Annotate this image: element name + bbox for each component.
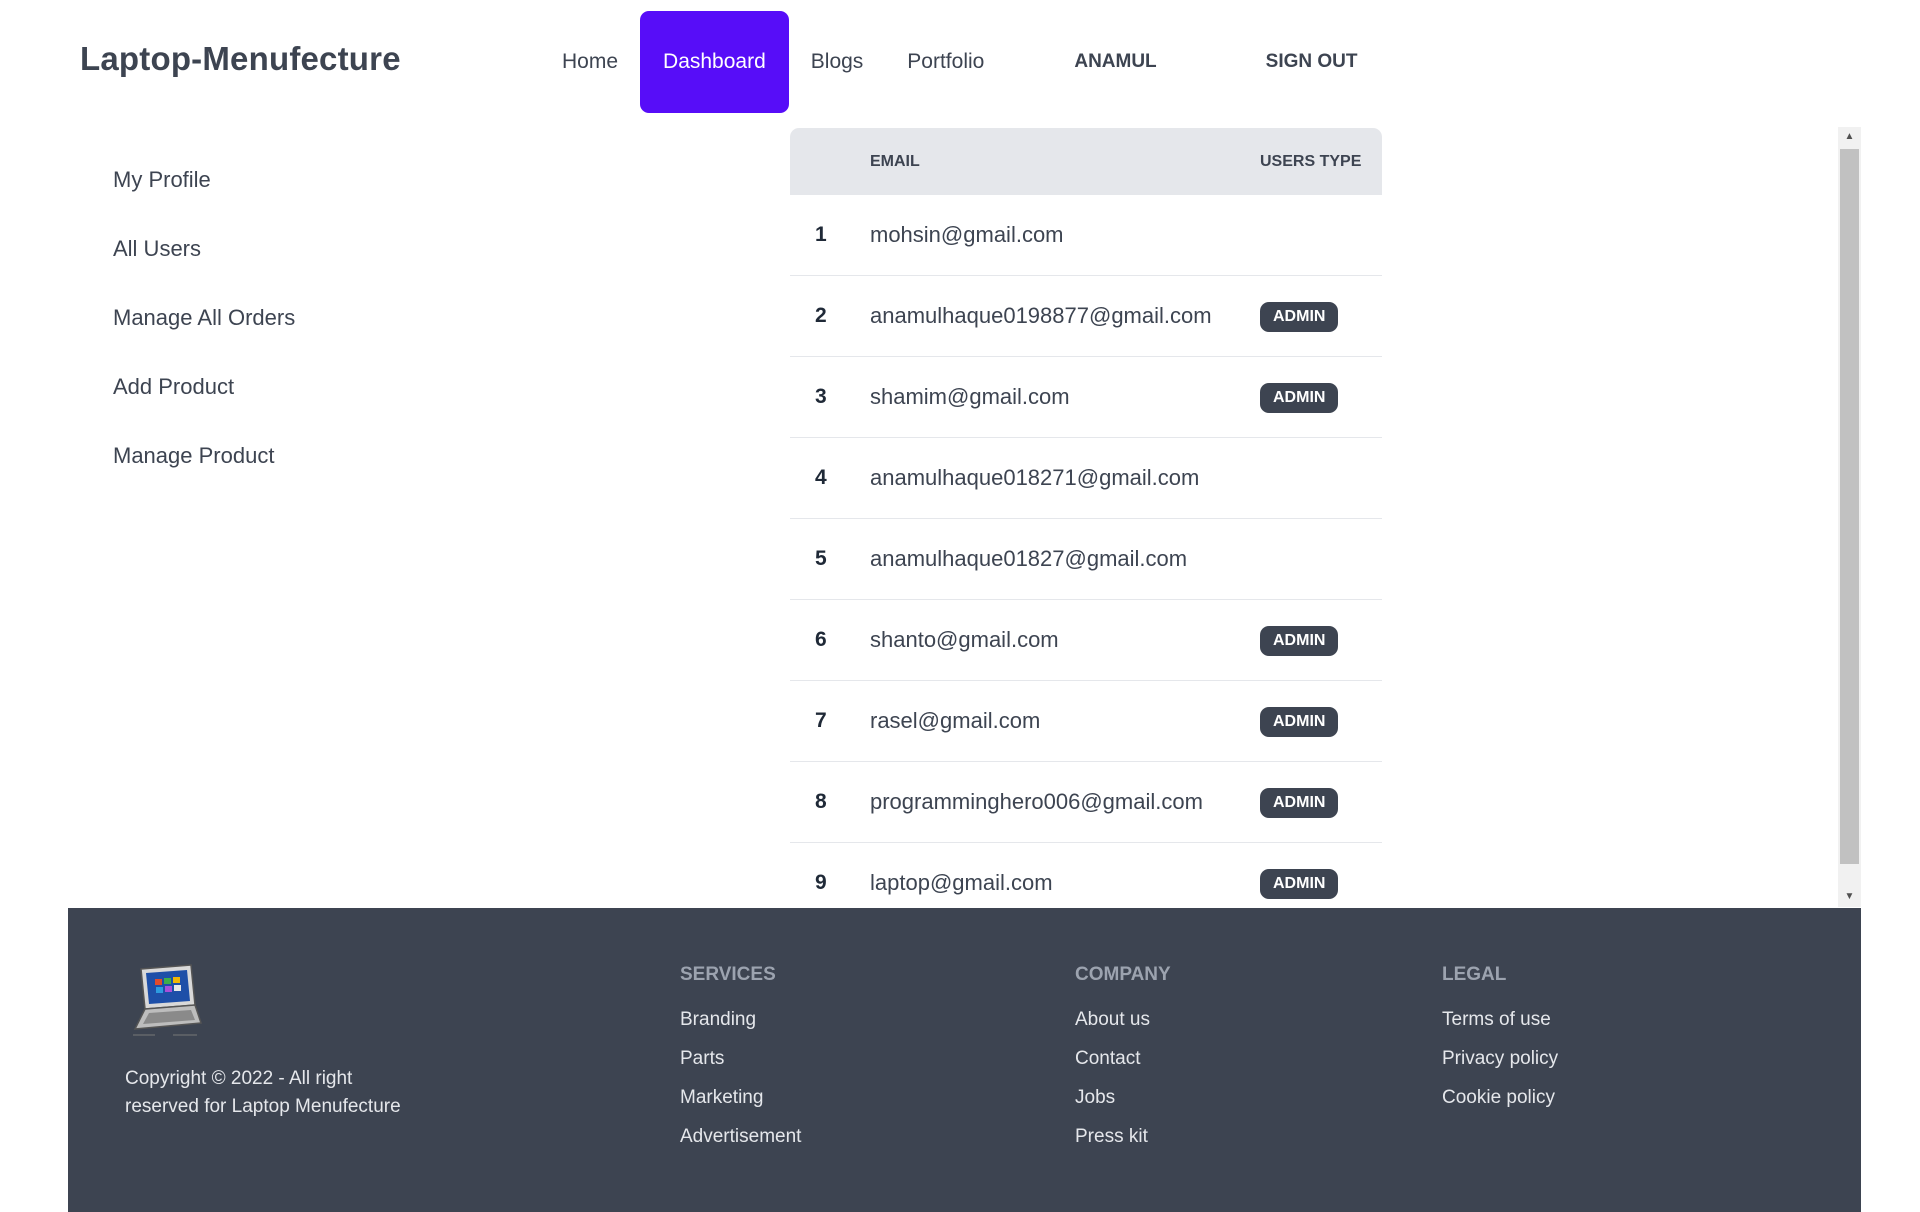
footer-link-advertisement[interactable]: Advertisement [680, 1123, 801, 1151]
brand-title[interactable]: Laptop-Menufecture [80, 40, 401, 78]
table-body: 1 mohsin@gmail.com 2 anamulhaque0198877@gma… [790, 195, 1382, 905]
table-row: 3 shamim@gmail.com admin [790, 357, 1382, 438]
top-nav: Home Dashboard Blogs Portfolio ANAMUL SI… [540, 11, 1380, 113]
row-number: 6 [815, 628, 827, 651]
admin-badge: admin [1260, 382, 1339, 413]
row-email: anamulhaque0198877@gmail.com [870, 303, 1212, 328]
row-number: 4 [815, 466, 827, 489]
footer-link-about-us[interactable]: About us [1075, 1006, 1171, 1034]
sidebar-item-all-users[interactable]: All Users [95, 224, 315, 274]
footer-link-privacy-policy[interactable]: Privacy policy [1442, 1045, 1558, 1073]
row-number: 2 [815, 304, 827, 327]
copyright-line-2: reserved for Laptop Menufecture [125, 1096, 401, 1117]
admin-badge: admin [1260, 787, 1339, 818]
row-number: 1 [815, 223, 827, 246]
footer-link-marketing[interactable]: Marketing [680, 1084, 801, 1112]
footer-services-title: Services [680, 964, 776, 985]
table-row: 8 programminghero006@gmail.com admin [790, 762, 1382, 843]
scrollbar[interactable]: ▲ ▼ [1838, 127, 1861, 907]
table-row: 5 anamulhaque01827@gmail.com [790, 519, 1382, 600]
users-table: Email Users Type 1 mohsin@gmail.com 2 anamu… [790, 128, 1382, 905]
nav-portfolio[interactable]: Portfolio [885, 11, 1006, 113]
row-email: laptop@gmail.com [870, 870, 1053, 895]
nav-dashboard[interactable]: Dashboard [640, 11, 789, 113]
row-email: mohsin@gmail.com [870, 222, 1064, 247]
copyright-line-1: Copyright © 2022 - All right [125, 1068, 353, 1089]
triangle-down-icon[interactable]: ▼ [1838, 887, 1861, 907]
admin-badge: admin [1260, 301, 1339, 332]
admin-badge: admin [1260, 625, 1339, 656]
row-number: 3 [815, 385, 827, 408]
sign-out-button[interactable]: SIGN OUT [1244, 11, 1380, 113]
row-user-type: admin [1260, 787, 1382, 818]
row-user-type: admin [1260, 706, 1382, 737]
site-footer: Copyright © 2022 - All right reserved fo… [68, 908, 1861, 1212]
table-header: Email Users Type [790, 128, 1382, 195]
table-row: 6 shanto@gmail.com admin [790, 600, 1382, 681]
triangle-up-icon[interactable]: ▲ [1838, 127, 1861, 147]
row-user-type: admin [1260, 625, 1382, 656]
table-row: 4 anamulhaque018271@gmail.com [790, 438, 1382, 519]
sidebar-item-my-profile[interactable]: My Profile [95, 155, 315, 205]
dashboard-sidebar: My Profile All Users Manage All Orders A… [95, 155, 315, 500]
row-email: rasel@gmail.com [870, 708, 1041, 733]
row-user-type: admin [1260, 868, 1382, 899]
header-email: Email [870, 152, 920, 170]
scrollbar-thumb[interactable] [1840, 149, 1859, 864]
table-row: 9 laptop@gmail.com admin [790, 843, 1382, 905]
footer-link-parts[interactable]: Parts [680, 1045, 801, 1073]
footer-legal: Legal Terms of use Privacy policy Cookie… [1442, 964, 1558, 1123]
row-email: programminghero006@gmail.com [870, 789, 1203, 814]
table-row: 1 mohsin@gmail.com [790, 195, 1382, 276]
footer-link-branding[interactable]: Branding [680, 1006, 801, 1034]
nav-blogs[interactable]: Blogs [789, 11, 886, 113]
row-number: 5 [815, 547, 827, 570]
row-number: 8 [815, 790, 827, 813]
footer-link-press-kit[interactable]: Press kit [1075, 1123, 1171, 1151]
footer-legal-title: Legal [1442, 964, 1507, 985]
footer-services: Services Branding Parts Marketing Advert… [680, 964, 801, 1162]
admin-badge: admin [1260, 868, 1339, 899]
footer-company-title: Company [1075, 964, 1171, 985]
nav-user-name[interactable]: ANAMUL [1052, 11, 1178, 113]
sidebar-item-manage-product[interactable]: Manage Product [95, 431, 315, 481]
header-users-type: Users Type [1260, 152, 1362, 170]
sidebar-item-add-product[interactable]: Add Product [95, 362, 315, 412]
laptop-logo-icon [125, 963, 205, 1043]
row-email: shamim@gmail.com [870, 384, 1070, 409]
admin-badge: admin [1260, 706, 1339, 737]
row-number: 9 [815, 871, 827, 894]
copyright-text: Copyright © 2022 - All right reserved fo… [125, 1065, 435, 1121]
footer-link-terms-of-use[interactable]: Terms of use [1442, 1006, 1558, 1034]
footer-link-contact[interactable]: Contact [1075, 1045, 1171, 1073]
nav-home[interactable]: Home [540, 11, 640, 113]
table-row: 2 anamulhaque0198877@gmail.com admin [790, 276, 1382, 357]
row-number: 7 [815, 709, 827, 732]
row-email: shanto@gmail.com [870, 627, 1059, 652]
sidebar-item-manage-all-orders[interactable]: Manage All Orders [95, 293, 315, 343]
footer-link-cookie-policy[interactable]: Cookie policy [1442, 1084, 1558, 1112]
footer-link-jobs[interactable]: Jobs [1075, 1084, 1171, 1112]
table-row: 7 rasel@gmail.com admin [790, 681, 1382, 762]
row-user-type: admin [1260, 301, 1382, 332]
row-email: anamulhaque018271@gmail.com [870, 465, 1200, 490]
row-email: anamulhaque01827@gmail.com [870, 546, 1188, 571]
footer-company: Company About us Contact Jobs Press kit [1075, 964, 1171, 1162]
row-user-type: admin [1260, 382, 1382, 413]
